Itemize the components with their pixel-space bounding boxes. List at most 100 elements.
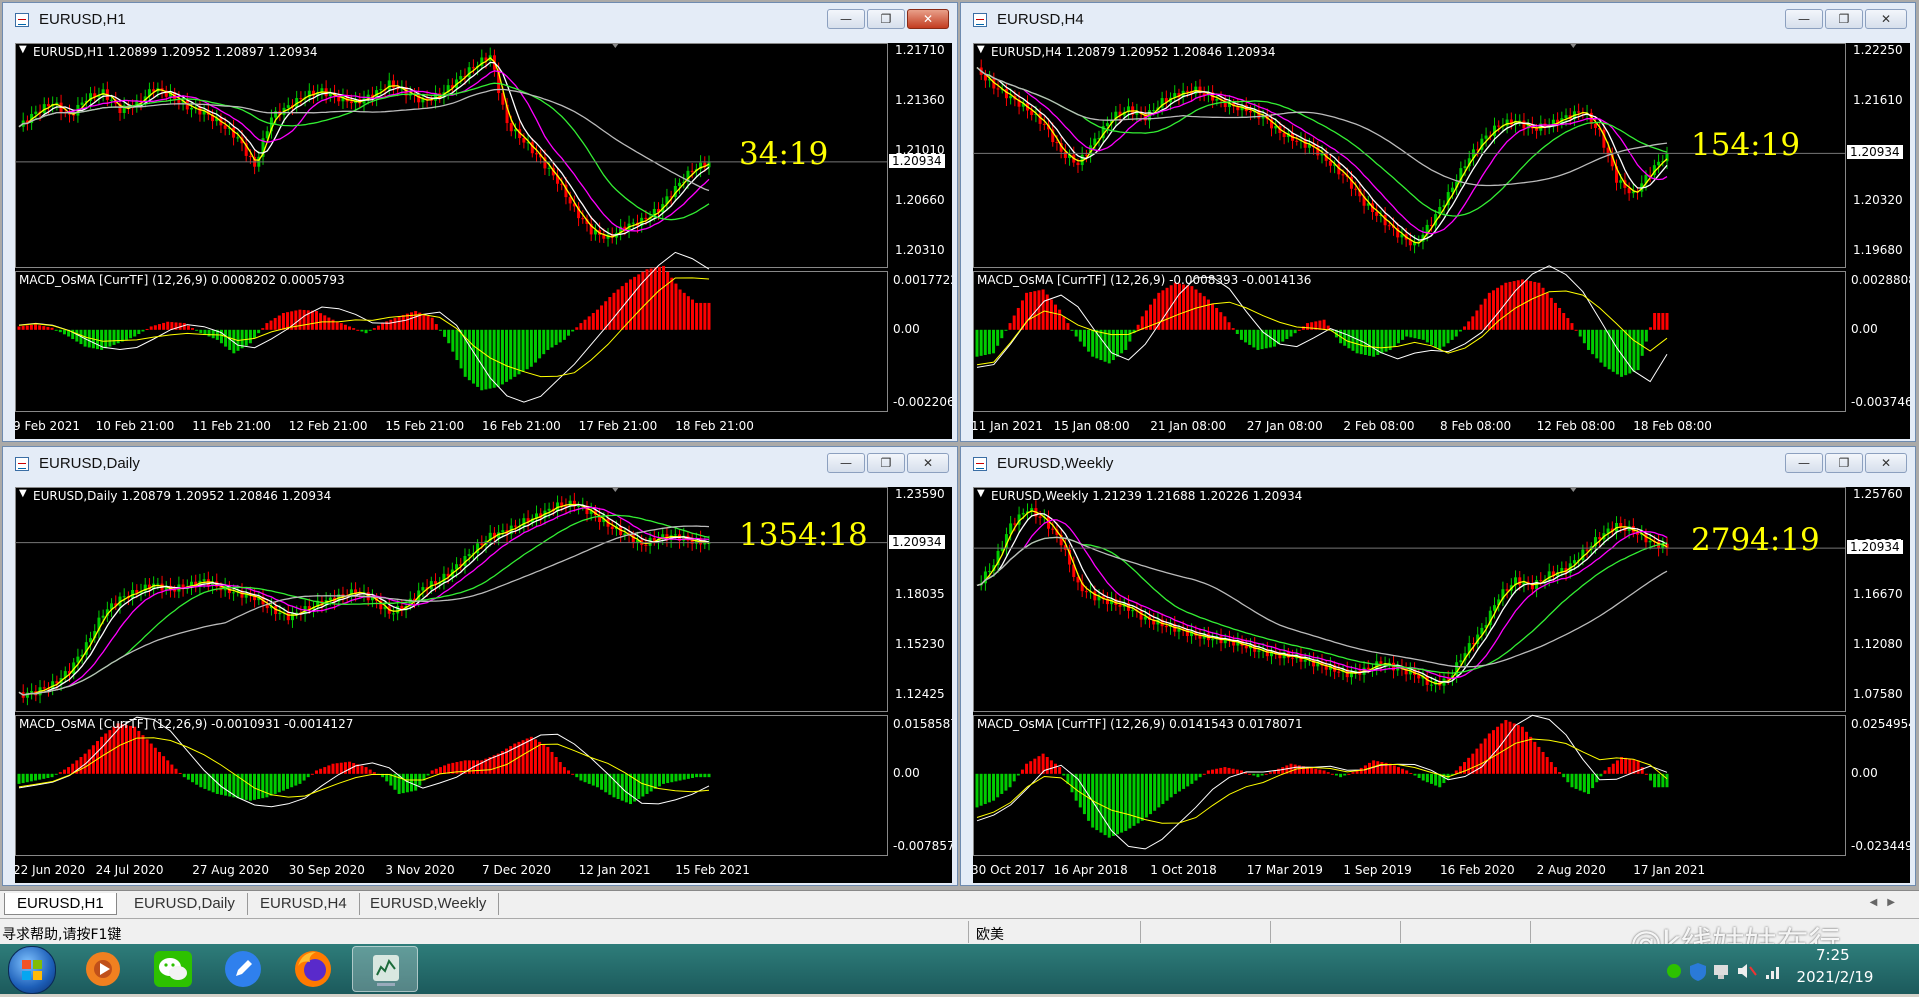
- tab-eurusd-h4[interactable]: EURUSD,H4: [248, 893, 360, 915]
- chart-window[interactable]: EURUSD,H4—❐✕1.222501.216101.209701.20320…: [960, 2, 1916, 442]
- window-title-bar[interactable]: EURUSD,Weekly — ❐ ✕: [961, 447, 1915, 479]
- macd-bar: [571, 773, 575, 775]
- chart-window[interactable]: EURUSD,Daily—❐✕ 1.235901.207851.180351.15…: [2, 446, 958, 886]
- macd-bar: [1525, 280, 1529, 330]
- macd-bar: [1161, 290, 1165, 330]
- tray-shield-icon[interactable]: [1690, 963, 1706, 981]
- taskbar-wechat[interactable]: [140, 946, 206, 992]
- window-title-bar[interactable]: EURUSD,Daily — ❐ ✕: [3, 447, 957, 479]
- tray-signal-icon[interactable]: [1766, 967, 1779, 979]
- macd-bar: [649, 773, 653, 792]
- time-axis-label: 15 Jan 08:00: [1053, 419, 1130, 433]
- minimize-button[interactable]: —: [1785, 9, 1823, 29]
- macd-bar: [707, 773, 711, 778]
- collapse-caret-icon[interactable]: ▼: [977, 44, 985, 55]
- collapse-caret-icon[interactable]: ▼: [977, 488, 985, 499]
- chart-window[interactable]: EURUSD,H1— ❐ ✕ 1.21710 1.21360 1.21010 1.20660…: [2, 2, 958, 442]
- tab-eurusd-weekly[interactable]: EURUSD,Weekly: [358, 893, 500, 915]
- macd-bar: [513, 329, 517, 377]
- taskbar-firefox[interactable]: [280, 946, 346, 992]
- candle-body: [501, 530, 505, 533]
- macd-bar: [438, 329, 442, 331]
- macd-bar: [662, 265, 666, 330]
- macd-bar: [1508, 281, 1512, 330]
- macd-bar: [29, 773, 33, 782]
- tray-wechat-icon[interactable]: [1667, 964, 1681, 978]
- close-button[interactable]: ✕: [907, 453, 949, 473]
- macd-bar: [1322, 770, 1326, 774]
- tab-scroll-arrows-icon[interactable]: ◀▶: [1870, 897, 1905, 908]
- candle-body: [46, 104, 50, 107]
- macd-bar: [1268, 772, 1272, 774]
- macd-bar: [1070, 773, 1074, 793]
- macd-bar: [1231, 328, 1235, 330]
- price-chart[interactable]: 1.222501.216101.209701.203201.196801.209…: [973, 43, 1910, 439]
- macd-bar: [1533, 281, 1537, 330]
- minimize-button[interactable]: —: [1785, 453, 1823, 473]
- candle-body: [232, 592, 236, 594]
- candle-body: [1051, 528, 1055, 530]
- collapse-caret-icon[interactable]: ▼: [19, 44, 27, 55]
- candle-body: [1009, 95, 1013, 99]
- macd-bar: [1446, 329, 1450, 344]
- window-title-bar[interactable]: EURUSD,H4 — ❐ ✕: [961, 3, 1915, 35]
- close-button[interactable]: ✕: [1865, 453, 1907, 473]
- macd-bar: [996, 773, 1000, 798]
- chart-window[interactable]: EURUSD,Weekly—❐✕1.257601.212251.166701.1…: [960, 446, 1916, 886]
- tab-eurusd-daily[interactable]: EURUSD,Daily: [122, 893, 248, 915]
- macd-bar: [1500, 723, 1504, 774]
- collapse-caret-icon[interactable]: ▼: [19, 488, 27, 499]
- macd-bar: [690, 299, 694, 330]
- macd-bar: [533, 739, 537, 774]
- macd-bar: [1351, 329, 1355, 351]
- macd-bar: [608, 297, 612, 330]
- candle-body: [1248, 111, 1252, 113]
- tray-volume-muted-icon[interactable]: [1738, 964, 1757, 978]
- candle-body: [1042, 123, 1046, 125]
- maximize-button[interactable]: ❐: [867, 453, 905, 473]
- candle-body: [673, 534, 677, 536]
- taskbar-media-app[interactable]: [70, 946, 136, 992]
- maximize-icon: ❐: [1838, 456, 1850, 470]
- clock-date[interactable]: 2021/2/19: [1790, 968, 1880, 986]
- price-axis-label: 1.16670: [1853, 587, 1903, 601]
- taskbar: 7:25 2021/2/19: [0, 944, 1919, 994]
- maximize-button[interactable]: ❐: [1825, 9, 1863, 29]
- minimize-button[interactable]: —: [827, 9, 865, 29]
- candle-body: [1493, 605, 1496, 611]
- macd-bar: [174, 768, 178, 774]
- tab-eurusd-h1[interactable]: EURUSD,H1: [4, 893, 117, 915]
- price-chart[interactable]: 1.257601.212251.166701.120801.075801.209…: [973, 487, 1910, 883]
- close-button[interactable]: ✕: [907, 9, 949, 29]
- clock-time[interactable]: 7:25: [1816, 946, 1850, 964]
- macd-bar: [1008, 773, 1012, 788]
- macd-bar: [191, 328, 195, 330]
- macd-bar: [690, 773, 694, 778]
- maximize-button[interactable]: ❐: [1825, 453, 1863, 473]
- macd-bar: [583, 773, 587, 783]
- macd-bar: [1632, 329, 1636, 372]
- candle-body: [581, 218, 585, 220]
- macd-bar: [1541, 751, 1545, 774]
- tray-network-icon[interactable]: [1714, 965, 1728, 979]
- close-button[interactable]: ✕: [1865, 9, 1907, 29]
- minimize-button[interactable]: —: [827, 453, 865, 473]
- window-title-bar[interactable]: EURUSD,H1 — ❐ ✕: [3, 3, 957, 35]
- maximize-button[interactable]: ❐: [867, 9, 905, 29]
- macd-bar: [641, 773, 645, 797]
- window-controls: — ❐ ✕: [1785, 453, 1907, 473]
- macd-bar: [1471, 316, 1475, 330]
- taskbar-notes[interactable]: [210, 946, 276, 992]
- macd-bar: [529, 736, 533, 774]
- chart-canvas: [15, 43, 888, 412]
- maximize-icon: ❐: [1838, 12, 1850, 26]
- macd-bar: [546, 746, 550, 774]
- macd-bar: [484, 329, 488, 390]
- price-chart[interactable]: 1.235901.207851.180351.152301.124251.209…: [15, 487, 952, 883]
- price-chart[interactable]: 1.21710 1.21360 1.21010 1.20660 1.20310 1.209…: [15, 43, 952, 439]
- macd-bar: [492, 755, 496, 774]
- symbol-info-label: EURUSD,Daily 1.20879 1.20952 1.20846 1.2…: [33, 489, 332, 503]
- taskbar-mt4[interactable]: [352, 946, 418, 992]
- macd-bar: [129, 725, 133, 774]
- start-button[interactable]: [8, 946, 56, 994]
